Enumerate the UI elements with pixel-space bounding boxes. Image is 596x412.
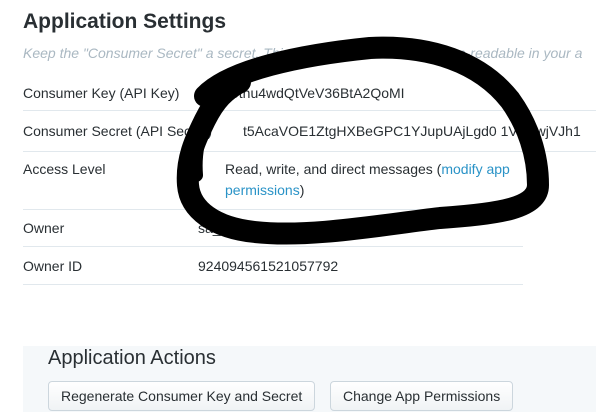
access-level-value: Read, write, and direct messages (modify… — [225, 161, 510, 177]
owner-label: Owner — [23, 220, 65, 236]
access-level-row: Access Level Read, write, and direct mes… — [23, 151, 523, 210]
modify-permissions-link[interactable]: modify app — [441, 161, 509, 177]
owner-id-value: 924094561521057792 — [198, 258, 339, 274]
consumer-secret-label: Consumer Secret (API Secret) — [23, 123, 213, 139]
consumer-secret-row: Consumer Secret (API Secret) t5AcaVOE1Zt… — [23, 110, 596, 152]
page-title: Application Settings — [23, 10, 227, 33]
consumer-key-row: Consumer Key (API Key) 0tnu4wdQtVeV36BtA… — [23, 71, 596, 111]
owner-id-row: Owner ID 924094561521057792 — [23, 246, 523, 285]
application-actions-panel: Application Actions Regenerate Consumer … — [23, 346, 596, 412]
owner-value: sa_ — [198, 220, 221, 236]
change-permissions-button[interactable]: Change App Permissions — [330, 381, 514, 411]
access-level-value-line2: permissions) — [225, 182, 304, 198]
owner-row: Owner sa_ — [23, 209, 523, 247]
consumer-key-value: 0tnu4wdQtVeV36BtA2QoMI — [231, 85, 405, 101]
access-level-suffix: ) — [299, 182, 305, 198]
access-level-label: Access Level — [23, 161, 106, 177]
regenerate-keys-button[interactable]: Regenerate Consumer Key and Secret — [48, 381, 316, 411]
application-actions-heading: Application Actions — [48, 347, 216, 369]
secret-warning-note: Keep the "Consumer Secret" a secret. Thi… — [23, 45, 583, 61]
consumer-key-label: Consumer Key (API Key) — [23, 85, 180, 101]
owner-id-label: Owner ID — [23, 258, 83, 274]
consumer-secret-value: t5AcaVOE1ZtgHXBeGPC1YJupUAjLgd0 1VC4wjVJ… — [243, 123, 581, 139]
modify-permissions-link-2[interactable]: permissions — [225, 182, 300, 198]
access-level-text: Read, write, and direct messages ( — [225, 161, 442, 177]
